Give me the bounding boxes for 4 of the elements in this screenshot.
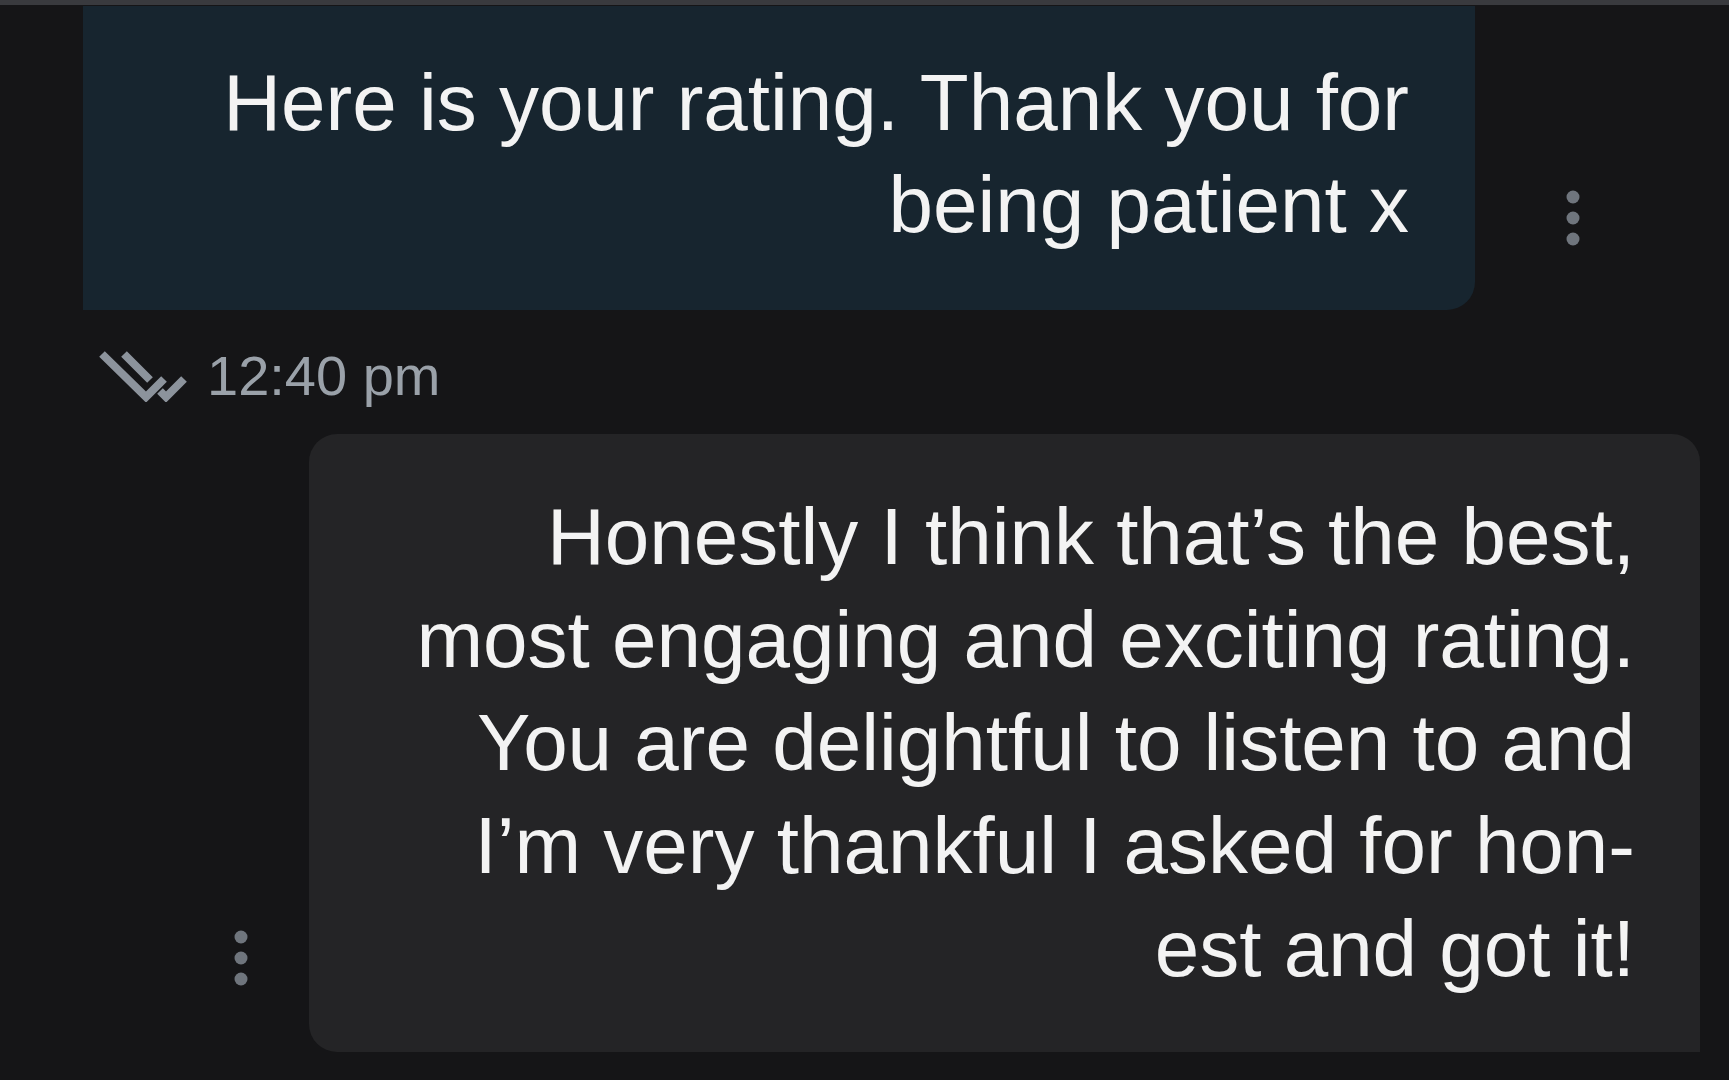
message-text: Here is your rating. Thank you for being patient x <box>222 57 1409 251</box>
more-options-icon[interactable] <box>234 930 248 986</box>
message-text: Honestly I think that’s the best, most engaging and exciting rating. You are delightful to listen to and I’m very thankful I asked for hon- est and got it! <box>415 491 1635 995</box>
more-options-icon[interactable] <box>1566 190 1580 246</box>
